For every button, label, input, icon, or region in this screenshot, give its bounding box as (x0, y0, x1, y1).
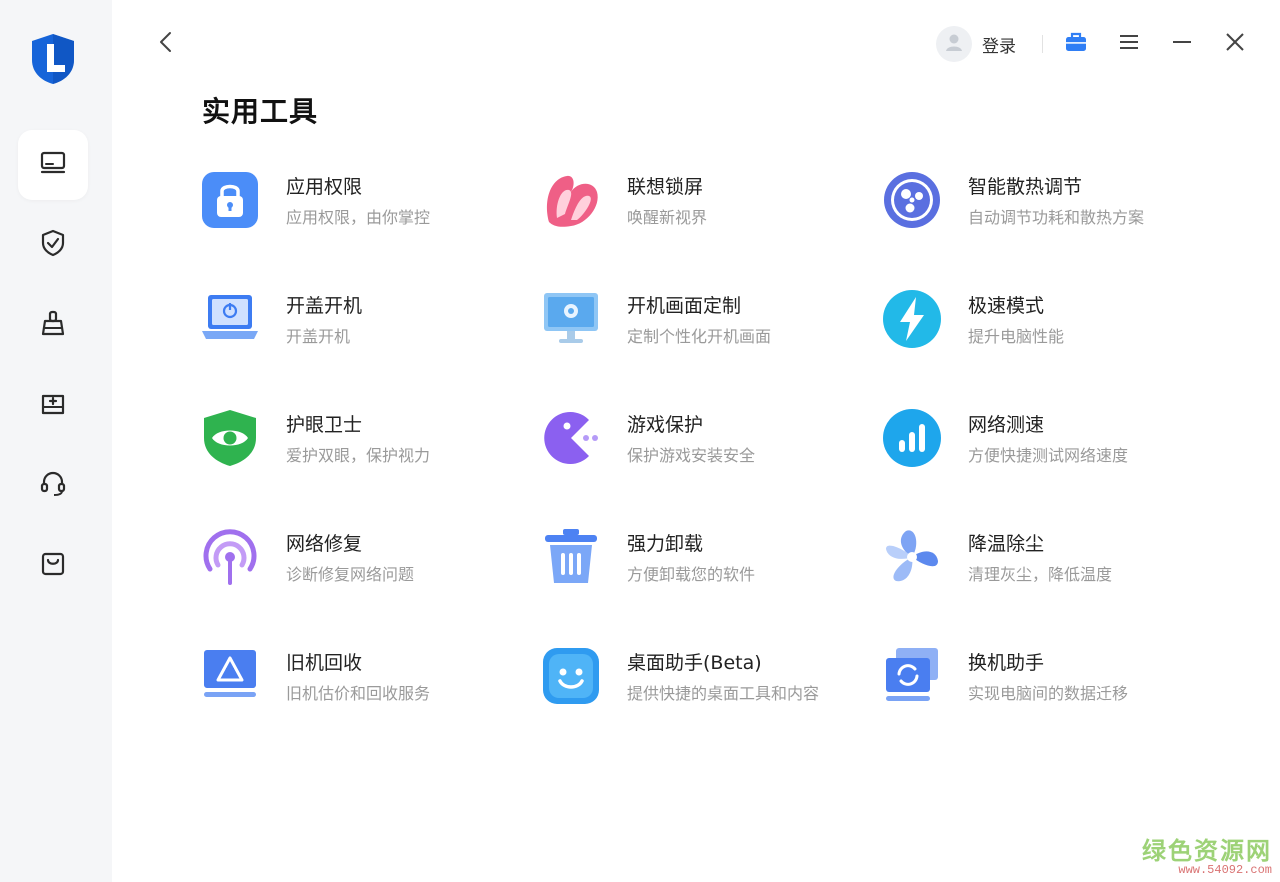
watermark: 绿色资源网 www.54092.com (1142, 838, 1272, 876)
tool-network-repair[interactable]: 网络修复 诊断修复网络问题 (200, 527, 541, 646)
tool-name: 护眼卫士 (286, 414, 363, 436)
laptop-power-icon (200, 289, 260, 349)
tool-desc: 自动调节功耗和散热方案 (968, 208, 1145, 227)
lenovo-lockscreen-icon (541, 170, 601, 230)
tool-name: 换机助手 (968, 652, 1045, 674)
chevron-left-icon (157, 31, 175, 57)
tool-force-uninstall[interactable]: 强力卸载 方便卸载您的软件 (541, 527, 882, 646)
lock-icon (200, 170, 260, 230)
smile-assistant-icon (541, 646, 601, 706)
avatar[interactable] (936, 26, 972, 62)
tool-desc: 诊断修复网络问题 (286, 565, 415, 584)
tool-data-migration[interactable]: 换机助手 实现电脑间的数据迁移 (882, 646, 1223, 765)
tool-app-permissions[interactable]: 应用权限 应用权限，由你掌控 (200, 170, 541, 289)
sidebar-item-security[interactable] (18, 210, 88, 280)
tool-name: 联想锁屏 (627, 176, 704, 198)
tool-desc: 保护游戏安装安全 (627, 446, 756, 465)
tool-name: 网络修复 (286, 533, 363, 555)
user-icon (943, 31, 965, 57)
sidebar-item-service[interactable] (18, 450, 88, 520)
menu-button[interactable] (1114, 29, 1144, 59)
driver-box-icon (38, 388, 68, 422)
tool-desc: 清理灰尘，降低温度 (968, 565, 1113, 584)
broom-icon (38, 308, 68, 342)
tool-name: 智能散热调节 (968, 176, 1083, 198)
hamburger-menu-icon (1118, 33, 1140, 55)
tool-network-speed-test[interactable]: 网络测速 方便快捷测试网络速度 (882, 408, 1223, 527)
headset-icon (38, 468, 68, 502)
sidebar (0, 0, 112, 882)
tool-eye-care[interactable]: 护眼卫士 爱护双眼，保护视力 (200, 408, 541, 527)
sidebar-item-computer[interactable] (18, 130, 88, 200)
watermark-text: 绿色资源网 (1142, 837, 1272, 865)
tool-desktop-assistant[interactable]: 桌面助手(Beta) 提供快捷的桌面工具和内容 (541, 646, 882, 765)
sidebar-item-clean[interactable] (18, 290, 88, 360)
tool-desc: 提供快捷的桌面工具和内容 (627, 684, 820, 703)
recycle-icon (200, 646, 260, 706)
tool-desc: 实现电脑间的数据迁移 (968, 684, 1129, 703)
tool-name: 游戏保护 (627, 414, 704, 436)
tool-desc: 旧机估价和回收服务 (286, 684, 431, 703)
tool-name: 网络测速 (968, 414, 1045, 436)
game-pacman-icon (541, 408, 601, 468)
tool-name: 旧机回收 (286, 652, 363, 674)
tool-desc: 定制个性化开机画面 (627, 327, 772, 346)
tool-desc: 爱护双眼，保护视力 (286, 446, 431, 465)
tool-lid-open-boot[interactable]: 开盖开机 开盖开机 (200, 289, 541, 408)
tool-cooling-dust-removal[interactable]: 降温除尘 清理灰尘，降低温度 (882, 527, 1223, 646)
app-logo (28, 32, 78, 86)
tool-desc: 方便卸载您的软件 (627, 565, 756, 584)
watermark-url: www.54092.com (1178, 863, 1272, 877)
cooling-fan-icon (882, 527, 942, 587)
eye-shield-icon (200, 408, 260, 468)
tool-name: 强力卸载 (627, 533, 704, 555)
shopping-bag-icon (38, 548, 68, 582)
toolbox-button[interactable] (1061, 29, 1091, 59)
trash-icon (541, 527, 601, 587)
tool-name: 应用权限 (286, 176, 363, 198)
monitor-gear-icon (541, 289, 601, 349)
close-icon (1224, 31, 1246, 57)
close-button[interactable] (1220, 29, 1250, 59)
computer-icon (38, 148, 68, 182)
tool-name: 降温除尘 (968, 533, 1045, 555)
tool-name: 桌面助手(Beta) (627, 652, 762, 674)
page-title: 实用工具 (202, 95, 319, 128)
tool-name: 开机画面定制 (627, 295, 742, 317)
divider (1042, 35, 1043, 53)
tool-desc: 唤醒新视界 (627, 208, 708, 227)
tool-turbo-mode[interactable]: 极速模式 提升电脑性能 (882, 289, 1223, 408)
tool-desc: 提升电脑性能 (968, 327, 1065, 346)
tool-desc: 应用权限，由你掌控 (286, 208, 431, 227)
tool-name: 极速模式 (968, 295, 1045, 317)
sidebar-item-drivers[interactable] (18, 370, 88, 440)
toolbox-icon (1064, 31, 1088, 57)
antenna-icon (200, 527, 260, 587)
minimize-button[interactable] (1167, 29, 1197, 59)
tool-desc: 开盖开机 (286, 327, 351, 346)
sidebar-item-store[interactable] (18, 530, 88, 600)
top-bar: 登录 (936, 24, 1250, 64)
lightning-icon (882, 289, 942, 349)
data-transfer-icon (882, 646, 942, 706)
tool-desc: 方便快捷测试网络速度 (968, 446, 1129, 465)
tool-game-protection[interactable]: 游戏保护 保护游戏安装安全 (541, 408, 882, 527)
tool-name: 开盖开机 (286, 295, 363, 317)
tool-boot-screen-custom[interactable]: 开机画面定制 定制个性化开机画面 (541, 289, 882, 408)
tool-lenovo-lockscreen[interactable]: 联想锁屏 唤醒新视界 (541, 170, 882, 289)
login-link[interactable]: 登录 (982, 32, 1016, 57)
tools-grid: 应用权限 应用权限，由你掌控 联想锁屏 唤醒新视界 智能散热调节 自动调节功耗和… (200, 170, 1240, 765)
tool-smart-cooling[interactable]: 智能散热调节 自动调节功耗和散热方案 (882, 170, 1223, 289)
shield-check-icon (38, 228, 68, 262)
tool-device-recycling[interactable]: 旧机回收 旧机估价和回收服务 (200, 646, 541, 765)
speed-bars-icon (882, 408, 942, 468)
minimize-icon (1171, 33, 1193, 55)
back-button[interactable] (150, 28, 182, 60)
fan-cooling-icon (882, 170, 942, 230)
